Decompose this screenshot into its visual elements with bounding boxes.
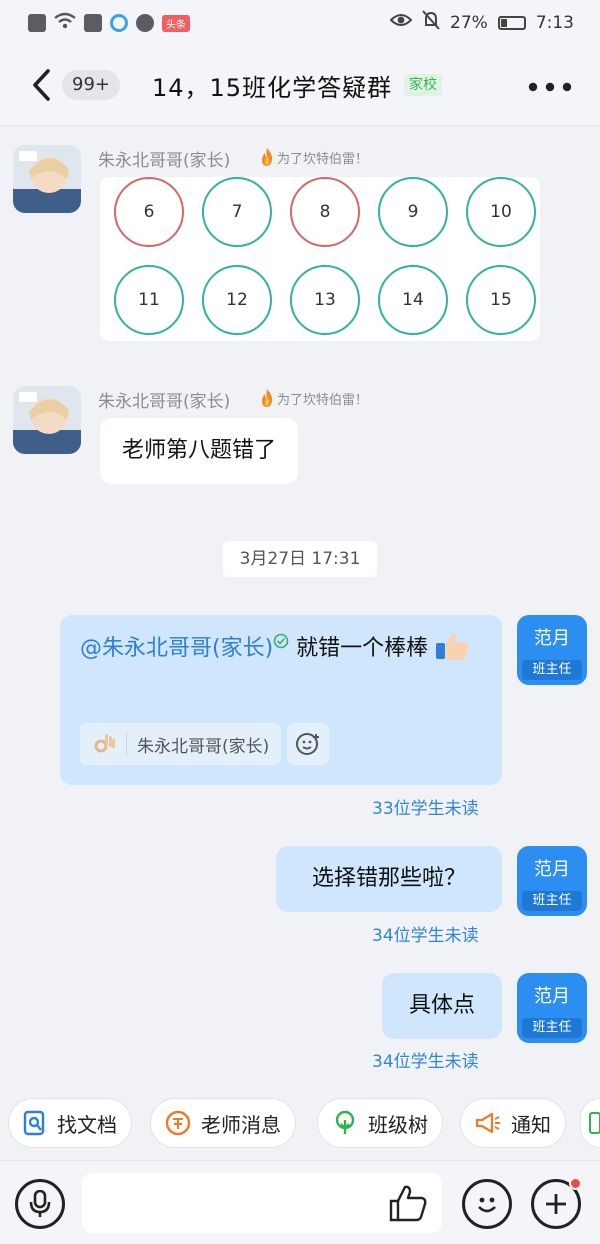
question-number-circle: 11 [114, 265, 184, 335]
teacher-role: 班主任 [522, 660, 582, 680]
reaction-pill[interactable]: 朱永北哥哥(家长) [80, 723, 282, 765]
thumbs-up-icon[interactable] [388, 1183, 428, 1223]
voice-button[interactable] [15, 1179, 65, 1229]
text-message[interactable]: 老师第八题错了 [100, 418, 299, 484]
add-emoji-icon [296, 733, 320, 755]
more-options-icon[interactable] [528, 82, 572, 92]
pill-divider [126, 731, 127, 757]
teacher-messages-button[interactable]: 老师消息 [150, 1098, 296, 1148]
emoji-button[interactable] [462, 1179, 512, 1229]
quick-tool-label: 找文档 [57, 1112, 117, 1137]
chat-header: 99+ 14，15班化学答疑群 家校 [0, 46, 600, 126]
more-actions-button[interactable] [531, 1177, 582, 1229]
read-status[interactable]: 33位学生未读 [372, 794, 479, 819]
group-type-tag: 家校 [404, 74, 442, 96]
fire-icon [262, 389, 273, 407]
quick-tools-bar: 找文档 老师消息 班级树 通知 [0, 1092, 600, 1154]
mention-link[interactable]: @朱永北哥哥(家长) [80, 636, 273, 661]
notification-icons: 头条 [28, 12, 190, 34]
read-status[interactable]: 34位学生未读 [372, 921, 479, 946]
teacher-name: 范月 [534, 628, 570, 649]
news-badge: 头条 [162, 14, 190, 32]
sender-avatar[interactable] [13, 386, 81, 454]
quick-tool-label: 班级树 [368, 1112, 428, 1137]
class-tree-button[interactable]: 班级树 [317, 1098, 443, 1148]
question-number-circle: 13 [290, 265, 360, 335]
find-docs-button[interactable]: 找文档 [8, 1098, 132, 1148]
eye-icon [389, 12, 413, 33]
sender-title: 为了坎特伯雷！ [259, 147, 368, 167]
plus-icon [546, 1194, 566, 1214]
group-title: 14，15班化学答疑群 [152, 74, 393, 102]
teacher-avatar[interactable]: 范月 班主任 [517, 615, 587, 685]
question-number-circle: 15 [466, 265, 536, 335]
teacher-name: 范月 [534, 859, 570, 880]
reply-message[interactable]: 选择错那些啦？ [276, 846, 502, 912]
input-bar [0, 1160, 600, 1244]
teacher-role: 班主任 [522, 1018, 582, 1038]
sender-avatar[interactable] [13, 145, 81, 213]
battery-icon [497, 15, 526, 30]
smiley-icon [478, 1197, 496, 1213]
reply-message[interactable]: 具体点 [382, 973, 502, 1039]
mute-bell-icon [422, 10, 440, 35]
teacher-role: 班主任 [522, 891, 582, 911]
question-number-circle: 14 [378, 265, 448, 335]
quick-tool-label: 通知 [511, 1112, 551, 1137]
reply-message[interactable]: @朱永北哥哥(家长) 就错一个棒棒 朱永北哥哥(家长) [60, 615, 502, 785]
notice-button[interactable]: 通知 [460, 1098, 566, 1148]
teacher-icon [165, 1110, 191, 1136]
question-number-circle: 10 [466, 177, 536, 247]
add-reaction-button[interactable] [287, 723, 330, 765]
penguin-icon [136, 14, 154, 32]
sender-title-text: 为了坎特伯雷！ [277, 151, 369, 167]
app-icon [84, 14, 102, 32]
clock: 7:13 [535, 12, 574, 33]
system-status: 27% 7:13 [389, 10, 574, 35]
quick-tool-label: 老师消息 [201, 1112, 281, 1137]
sender-name[interactable]: 朱永北哥哥(家长) [98, 146, 230, 171]
unread-count-badge[interactable]: 99+ [62, 70, 120, 100]
question-number-circle: 12 [202, 265, 272, 335]
timestamp-chip: 3月27日 17:31 [223, 541, 377, 577]
question-number-circle: 9 [378, 177, 448, 247]
verified-icon [273, 633, 289, 649]
document-search-icon [23, 1110, 45, 1136]
microphone-icon [29, 1190, 51, 1217]
green-tool-icon [589, 1112, 600, 1134]
teacher-name: 范月 [534, 986, 570, 1007]
reply-text: 就错一个棒棒 [289, 636, 429, 661]
question-number-circle: 6 [114, 177, 184, 247]
battery-percent: 27% [450, 12, 488, 33]
alert-icon [28, 14, 46, 32]
battery-level [500, 18, 507, 27]
sender-name[interactable]: 朱永北哥哥(家长) [98, 387, 230, 412]
fire-icon [262, 148, 273, 166]
teacher-avatar[interactable]: 范月 班主任 [517, 973, 587, 1043]
more-tool-button[interactable] [580, 1098, 600, 1148]
thumbs-up-emoji-icon [436, 633, 469, 660]
question-number-circle: 7 [202, 177, 272, 247]
wifi-icon [54, 12, 76, 34]
reaction-bar: 朱永北哥哥(家长) [80, 723, 330, 765]
reaction-user: 朱永北哥哥(家长) [137, 736, 270, 757]
reply-text-block: @朱永北哥哥(家长) 就错一个棒棒 [80, 629, 490, 669]
read-status[interactable]: 34位学生未读 [372, 1047, 479, 1072]
back-arrow-icon[interactable] [30, 68, 54, 102]
notification-dot [569, 1177, 582, 1190]
tree-icon [335, 1110, 355, 1134]
megaphone-icon [475, 1112, 500, 1134]
question-number-circle: 8 [290, 177, 360, 247]
ok-hand-icon [94, 734, 115, 753]
status-bar: 头条 27% 7:13 [0, 0, 600, 46]
sender-title-text: 为了坎特伯雷！ [277, 392, 369, 408]
teacher-avatar[interactable]: 范月 班主任 [517, 846, 587, 916]
sender-title: 为了坎特伯雷！ [259, 388, 368, 408]
image-message[interactable]: 6 7 8 9 10 11 12 13 14 15 [100, 177, 540, 341]
browser-icon [110, 14, 128, 32]
